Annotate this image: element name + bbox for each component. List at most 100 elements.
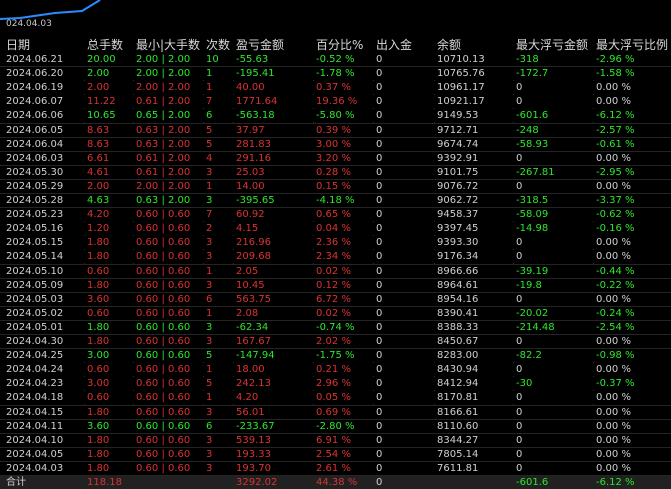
row-max-floating-loss: 0 bbox=[516, 237, 523, 249]
table-row[interactable]: 2024.05.01 1.80 0.60 | 0.60 3 -62.34 -0.74 % 0… bbox=[0, 320, 671, 334]
table-row[interactable]: 2024.05.09 1.80 0.60 | 0.60 3 10.45 0.12 % 0 89… bbox=[0, 278, 671, 292]
header-max-floating-loss-pct[interactable]: 最大浮亏比例 bbox=[596, 36, 668, 53]
row-count: 3 bbox=[206, 166, 213, 178]
row-min-max-lots: 0.61 | 2.00 bbox=[136, 96, 191, 108]
table-row[interactable]: 2024.05.10 0.60 0.60 | 0.60 1 2.05 0.02 % 0 896… bbox=[0, 264, 671, 278]
table-row[interactable]: 2024.05.29 2.00 2.00 | 2.00 1 14.00 0.15 % 0 90… bbox=[0, 179, 671, 193]
row-date: 2024.04.30 bbox=[6, 336, 64, 347]
row-min-max-lots: 0.60 | 0.60 bbox=[136, 434, 191, 446]
row-max-floating-loss: -82.2 bbox=[516, 350, 542, 362]
header-date[interactable]: 日期 bbox=[6, 36, 30, 53]
table-row[interactable]: 2024.04.30 1.80 0.60 | 0.60 3 167.67 2.02 % 0 8… bbox=[0, 335, 671, 348]
header-count[interactable]: 次数 bbox=[206, 36, 230, 53]
row-count: 1 bbox=[206, 265, 213, 277]
header-total-lots[interactable]: 总手数 bbox=[87, 36, 123, 53]
row-max-floating-loss: -58.93 bbox=[516, 138, 549, 150]
row-count: 5 bbox=[206, 350, 213, 362]
row-total-lots: 1.80 bbox=[87, 251, 110, 263]
row-pnl: 281.83 bbox=[236, 138, 271, 150]
table-row[interactable]: 2024.04.25 3.00 0.60 | 0.60 5 -147.94 -1.75 %… bbox=[0, 349, 671, 363]
row-total-lots: 10.65 bbox=[87, 110, 116, 122]
row-count: 6 bbox=[206, 293, 213, 305]
row-max-floating-loss-pct: -0.98 % bbox=[596, 350, 635, 362]
row-deposit-withdraw: 0 bbox=[376, 110, 383, 122]
row-date: 2024.05.10 bbox=[6, 265, 64, 277]
header-pnl[interactable]: 盈亏金额 bbox=[236, 36, 284, 53]
table-row[interactable]: 2024.06.04 8.63 0.63 | 2.00 5 281.83 3.00 % 0 9… bbox=[0, 137, 671, 151]
header-percent[interactable]: 百分比% bbox=[316, 36, 363, 53]
row-min-max-lots: 0.60 | 0.60 bbox=[136, 336, 191, 347]
row-deposit-withdraw: 0 bbox=[376, 392, 383, 404]
table-row[interactable]: 2024.04.10 1.80 0.60 | 0.60 3 539.13 6.91 % 0 8… bbox=[0, 433, 671, 447]
total-row[interactable]: 合计 118.18 3292.02 44.38 % 0 -601.6 -6.12 % bbox=[0, 476, 671, 489]
table-row[interactable]: 2024.05.02 0.60 0.60 | 0.60 1 2.08 0.02 % 0 839… bbox=[0, 306, 671, 320]
row-deposit-withdraw: 0 bbox=[376, 462, 383, 474]
row-percent: -0.52 % bbox=[316, 54, 355, 65]
table-row[interactable]: 2024.04.11 3.60 0.60 | 0.60 6 -233.67 -2.80 %… bbox=[0, 419, 671, 433]
row-percent: 6.72 % bbox=[316, 293, 351, 305]
row-min-max-lots: 0.60 | 0.60 bbox=[136, 237, 191, 249]
row-count: 3 bbox=[206, 237, 213, 249]
row-balance: 8166.61 bbox=[437, 406, 479, 418]
table-row[interactable]: 2024.04.15 1.80 0.60 | 0.60 3 56.01 0.69 % 0 81… bbox=[0, 405, 671, 419]
table-row[interactable]: 2024.04.05 1.80 0.60 | 0.60 3 193.33 2.54 % 0 7… bbox=[0, 447, 671, 461]
row-max-floating-loss-pct: -6.12 % bbox=[596, 110, 635, 122]
table-row[interactable]: 2024.05.23 4.20 0.60 | 0.60 7 60.92 0.65 % 0 94… bbox=[0, 208, 671, 222]
table-row[interactable]: 2024.06.07 11.22 0.61 | 2.00 7 1771.64 19.36 … bbox=[0, 95, 671, 109]
row-pnl: 18.00 bbox=[236, 364, 265, 376]
row-balance: 8954.16 bbox=[437, 293, 479, 305]
header-balance[interactable]: 余额 bbox=[437, 36, 461, 53]
row-min-max-lots: 0.60 | 0.60 bbox=[136, 420, 191, 432]
table-row[interactable]: 2024.06.19 2.00 2.00 | 2.00 1 40.00 0.37 % 0 10… bbox=[0, 81, 671, 95]
row-count: 2 bbox=[206, 223, 213, 235]
row-balance: 10710.13 bbox=[437, 54, 485, 65]
row-date: 2024.04.03 bbox=[6, 462, 64, 474]
row-pnl: 4.20 bbox=[236, 392, 259, 404]
table-row[interactable]: 2024.05.15 1.80 0.60 | 0.60 3 216.96 2.36 % 0 9… bbox=[0, 236, 671, 250]
table-row[interactable]: 2024.04.18 0.60 0.60 | 0.60 1 4.20 0.05 % 0 817… bbox=[0, 391, 671, 405]
table-row[interactable]: 2024.05.16 1.20 0.60 | 0.60 2 4.15 0.04 % 0 939… bbox=[0, 222, 671, 236]
header-min-max-lots[interactable]: 最小|大手数 bbox=[136, 36, 200, 53]
row-total-lots: 1.80 bbox=[87, 406, 110, 418]
header-max-floating-loss[interactable]: 最大浮亏金额 bbox=[516, 36, 588, 53]
row-max-floating-loss: 0 bbox=[516, 392, 523, 404]
row-max-floating-loss-pct: -2.95 % bbox=[596, 166, 635, 178]
table-row[interactable]: 2024.05.14 1.80 0.60 | 0.60 3 209.68 2.34 % 0 9… bbox=[0, 250, 671, 264]
row-max-floating-loss-pct: 0.00 % bbox=[596, 336, 631, 347]
row-percent: 2.61 % bbox=[316, 462, 351, 474]
table-row[interactable]: 2024.04.03 1.80 0.60 | 0.60 3 193.70 2.61 % 0 7… bbox=[0, 461, 671, 475]
row-max-floating-loss-pct: 0.00 % bbox=[596, 434, 631, 446]
row-date: 2024.04.10 bbox=[6, 434, 64, 446]
row-date: 2024.05.14 bbox=[6, 251, 64, 263]
row-pnl: 56.01 bbox=[236, 406, 265, 418]
row-percent: 0.39 % bbox=[316, 124, 351, 136]
table-header: 日期 总手数 最小|大手数 次数 盈亏金额 百分比% 出入金 余额 最大浮亏金额… bbox=[0, 34, 671, 53]
row-min-max-lots: 0.60 | 0.60 bbox=[136, 223, 191, 235]
row-date: 2024.06.21 bbox=[6, 54, 64, 65]
row-count: 1 bbox=[206, 68, 213, 80]
table-row[interactable]: 2024.04.23 3.00 0.60 | 0.60 5 242.13 2.96 % 0 8… bbox=[0, 377, 671, 391]
table-row[interactable]: 2024.06.05 8.63 0.63 | 2.00 5 37.97 0.39 % 0 97… bbox=[0, 123, 671, 137]
table-row[interactable]: 2024.04.24 0.60 0.60 | 0.60 1 18.00 0.21 % 0 84… bbox=[0, 363, 671, 377]
row-max-floating-loss: 0 bbox=[516, 406, 523, 418]
table-row[interactable]: 2024.06.03 6.61 0.61 | 2.00 4 291.16 3.20 % 0 9… bbox=[0, 151, 671, 165]
row-total-lots: 4.63 bbox=[87, 195, 110, 206]
table-row[interactable]: 2024.06.20 2.00 2.00 | 2.00 1 -195.41 -1.78 %… bbox=[0, 67, 671, 81]
row-total-lots: 8.63 bbox=[87, 138, 110, 150]
row-deposit-withdraw: 0 bbox=[376, 237, 383, 249]
equity-mini-chart: 024.04.03 bbox=[0, 0, 110, 33]
header-deposit-withdraw[interactable]: 出入金 bbox=[376, 36, 412, 53]
table-row[interactable]: 2024.06.06 10.65 0.65 | 2.00 6 -563.18 -5.80 … bbox=[0, 109, 671, 123]
row-pnl: 193.33 bbox=[236, 448, 271, 460]
row-date: 2024.06.03 bbox=[6, 152, 64, 164]
row-percent: 0.37 % bbox=[316, 82, 351, 94]
table-row[interactable]: 2024.06.21 20.00 2.00 | 2.00 10 -55.63 -0.52 … bbox=[0, 53, 671, 66]
row-count: 1 bbox=[206, 82, 213, 94]
row-total-lots: 3.60 bbox=[87, 420, 110, 432]
table-row[interactable]: 2024.05.28 4.63 0.63 | 2.00 3 -395.65 -4.18 %… bbox=[0, 194, 671, 207]
table-row[interactable]: 2024.05.03 3.60 0.60 | 0.60 6 563.75 6.72 % 0 8… bbox=[0, 292, 671, 306]
row-count: 3 bbox=[206, 434, 213, 446]
row-max-floating-loss: 0 bbox=[516, 293, 523, 305]
row-date: 2024.06.20 bbox=[6, 68, 64, 80]
table-row[interactable]: 2024.05.30 4.61 0.61 | 2.00 3 25.03 0.28 % 0 91… bbox=[0, 165, 671, 179]
